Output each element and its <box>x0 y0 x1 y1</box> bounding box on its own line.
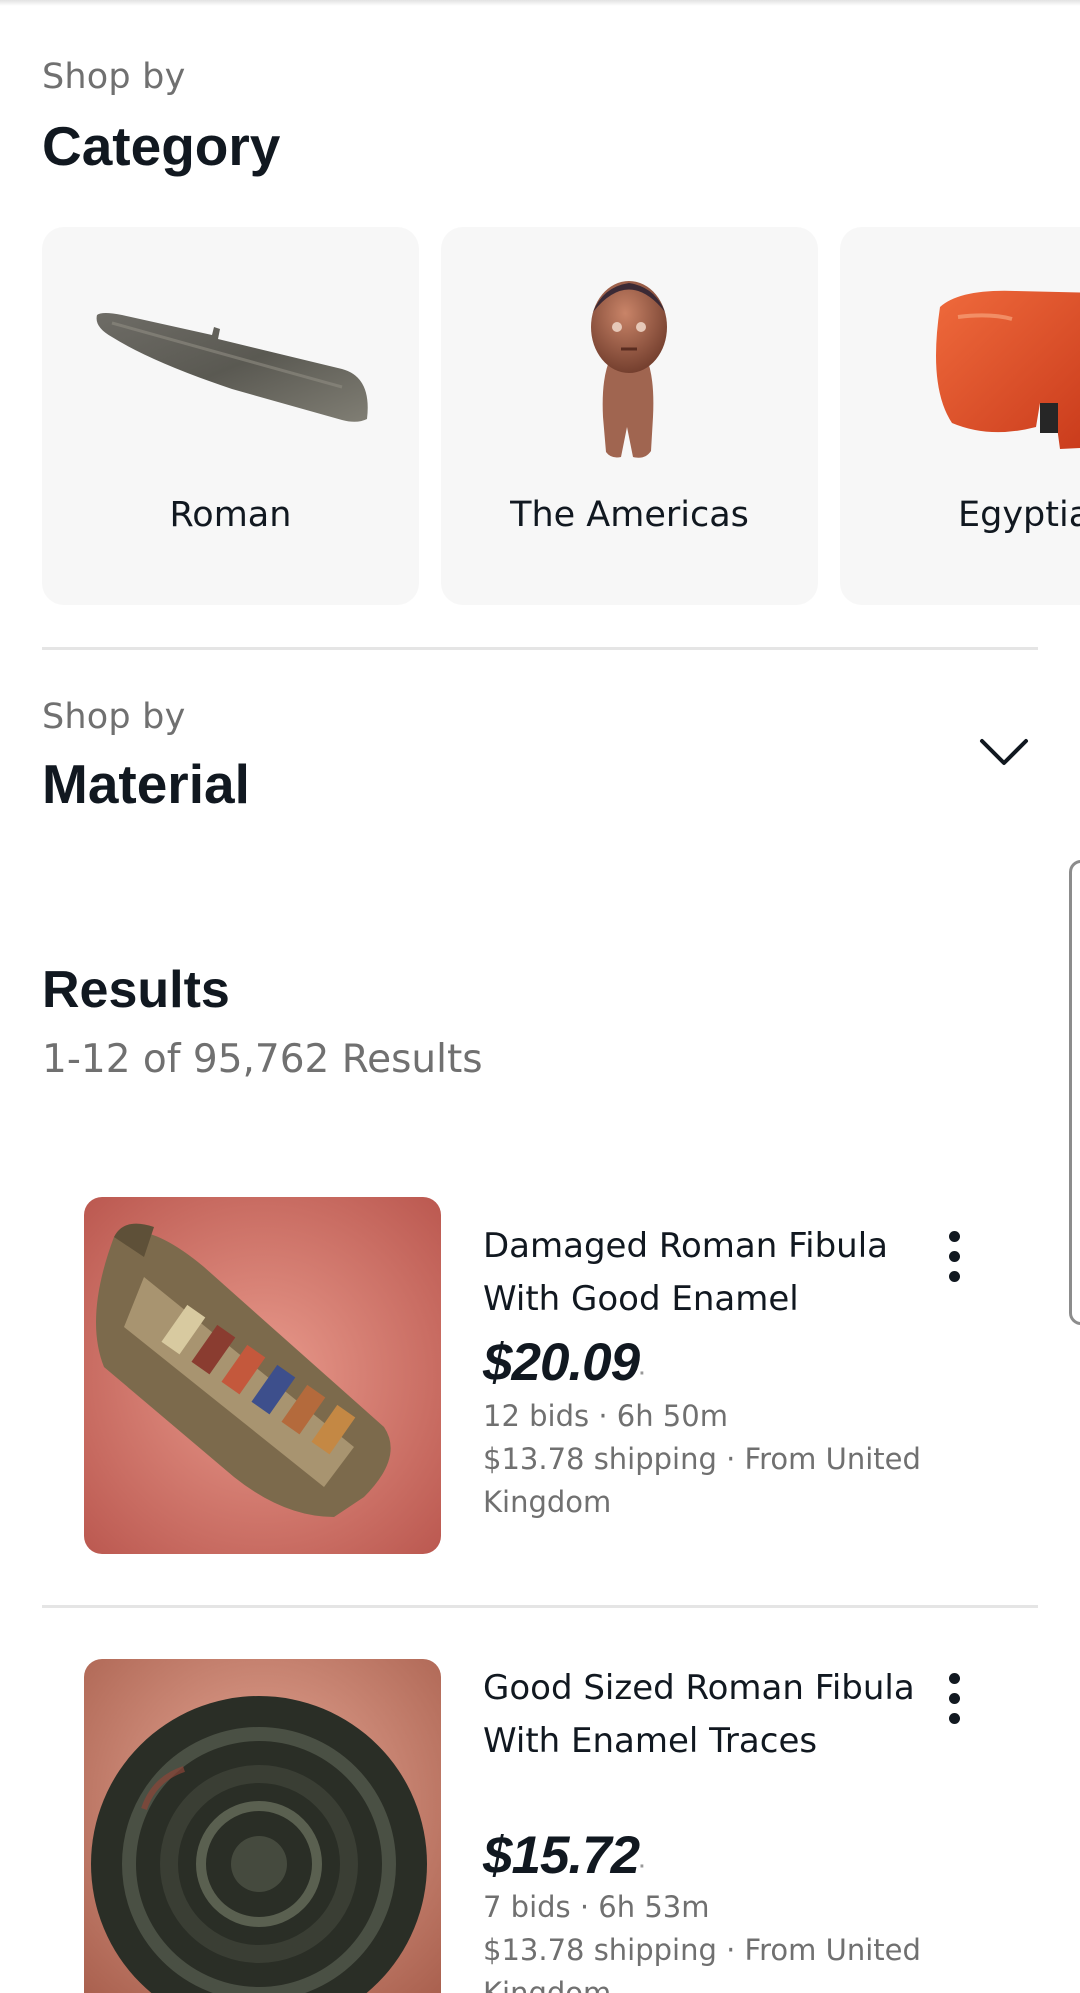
fibula-round-image <box>84 1659 441 1993</box>
item-bids-time: 12 bids · 6h 50m <box>483 1399 728 1433</box>
item-price: $20.09· <box>483 1332 646 1393</box>
result-item[interactable]: Good Sized Roman Fibula With Enamel Trac… <box>0 1659 1080 1993</box>
item-title[interactable]: Good Sized Roman Fibula With Enamel Trac… <box>483 1662 923 1768</box>
page: Shop by Category Roman The Americas Egyp… <box>0 0 1080 1993</box>
more-options-icon[interactable] <box>935 1229 975 1289</box>
item-photo[interactable] <box>84 1659 441 1993</box>
divider <box>42 1605 1038 1608</box>
category-label: The Americas <box>510 495 749 535</box>
result-item[interactable]: Damaged Roman Fibula With Good Enamel $2… <box>0 1197 1080 1607</box>
item-price: $15.72· <box>483 1825 646 1886</box>
category-label: Roman <box>169 495 292 535</box>
carnelian-amulet-image <box>936 290 1080 449</box>
category-kicker: Shop by <box>42 57 186 97</box>
more-options-icon[interactable] <box>935 1671 975 1731</box>
divider <box>42 647 1038 650</box>
item-photo[interactable] <box>84 1197 441 1554</box>
category-carousel[interactable]: Roman The Americas Egyptia <box>42 227 1080 605</box>
item-shipping: $13.78 shipping · From United Kingdom <box>483 1933 921 1993</box>
category-label: Egyptian <box>958 495 1080 535</box>
category-card-egyptian[interactable]: Egyptian <box>840 227 1080 605</box>
item-title[interactable]: Damaged Roman Fibula With Good Enamel <box>483 1220 923 1326</box>
results-title: Results <box>42 961 230 1019</box>
fibula-enamel-image <box>84 1197 441 1554</box>
price-dot: · <box>639 1856 646 1878</box>
price-value: $20.09 <box>483 1333 640 1392</box>
category-card-roman[interactable]: Roman <box>42 227 419 605</box>
material-title: Material <box>42 753 250 815</box>
results-count: 1-12 of 95,762 Results <box>42 1037 483 1082</box>
chevron-down-icon[interactable] <box>976 733 1032 773</box>
item-bids-time: 7 bids · 6h 53m <box>483 1890 710 1924</box>
price-dot: · <box>639 1363 646 1385</box>
category-title: Category <box>42 115 281 177</box>
material-kicker: Shop by <box>42 697 186 737</box>
item-shipping: $13.78 shipping · From United Kingdom <box>483 1442 921 1519</box>
figurine-image <box>591 281 667 458</box>
price-value: $15.72 <box>483 1826 640 1885</box>
roman-blade-image <box>96 313 368 422</box>
category-card-the-americas[interactable]: The Americas <box>441 227 818 605</box>
top-shadow <box>0 0 1080 6</box>
